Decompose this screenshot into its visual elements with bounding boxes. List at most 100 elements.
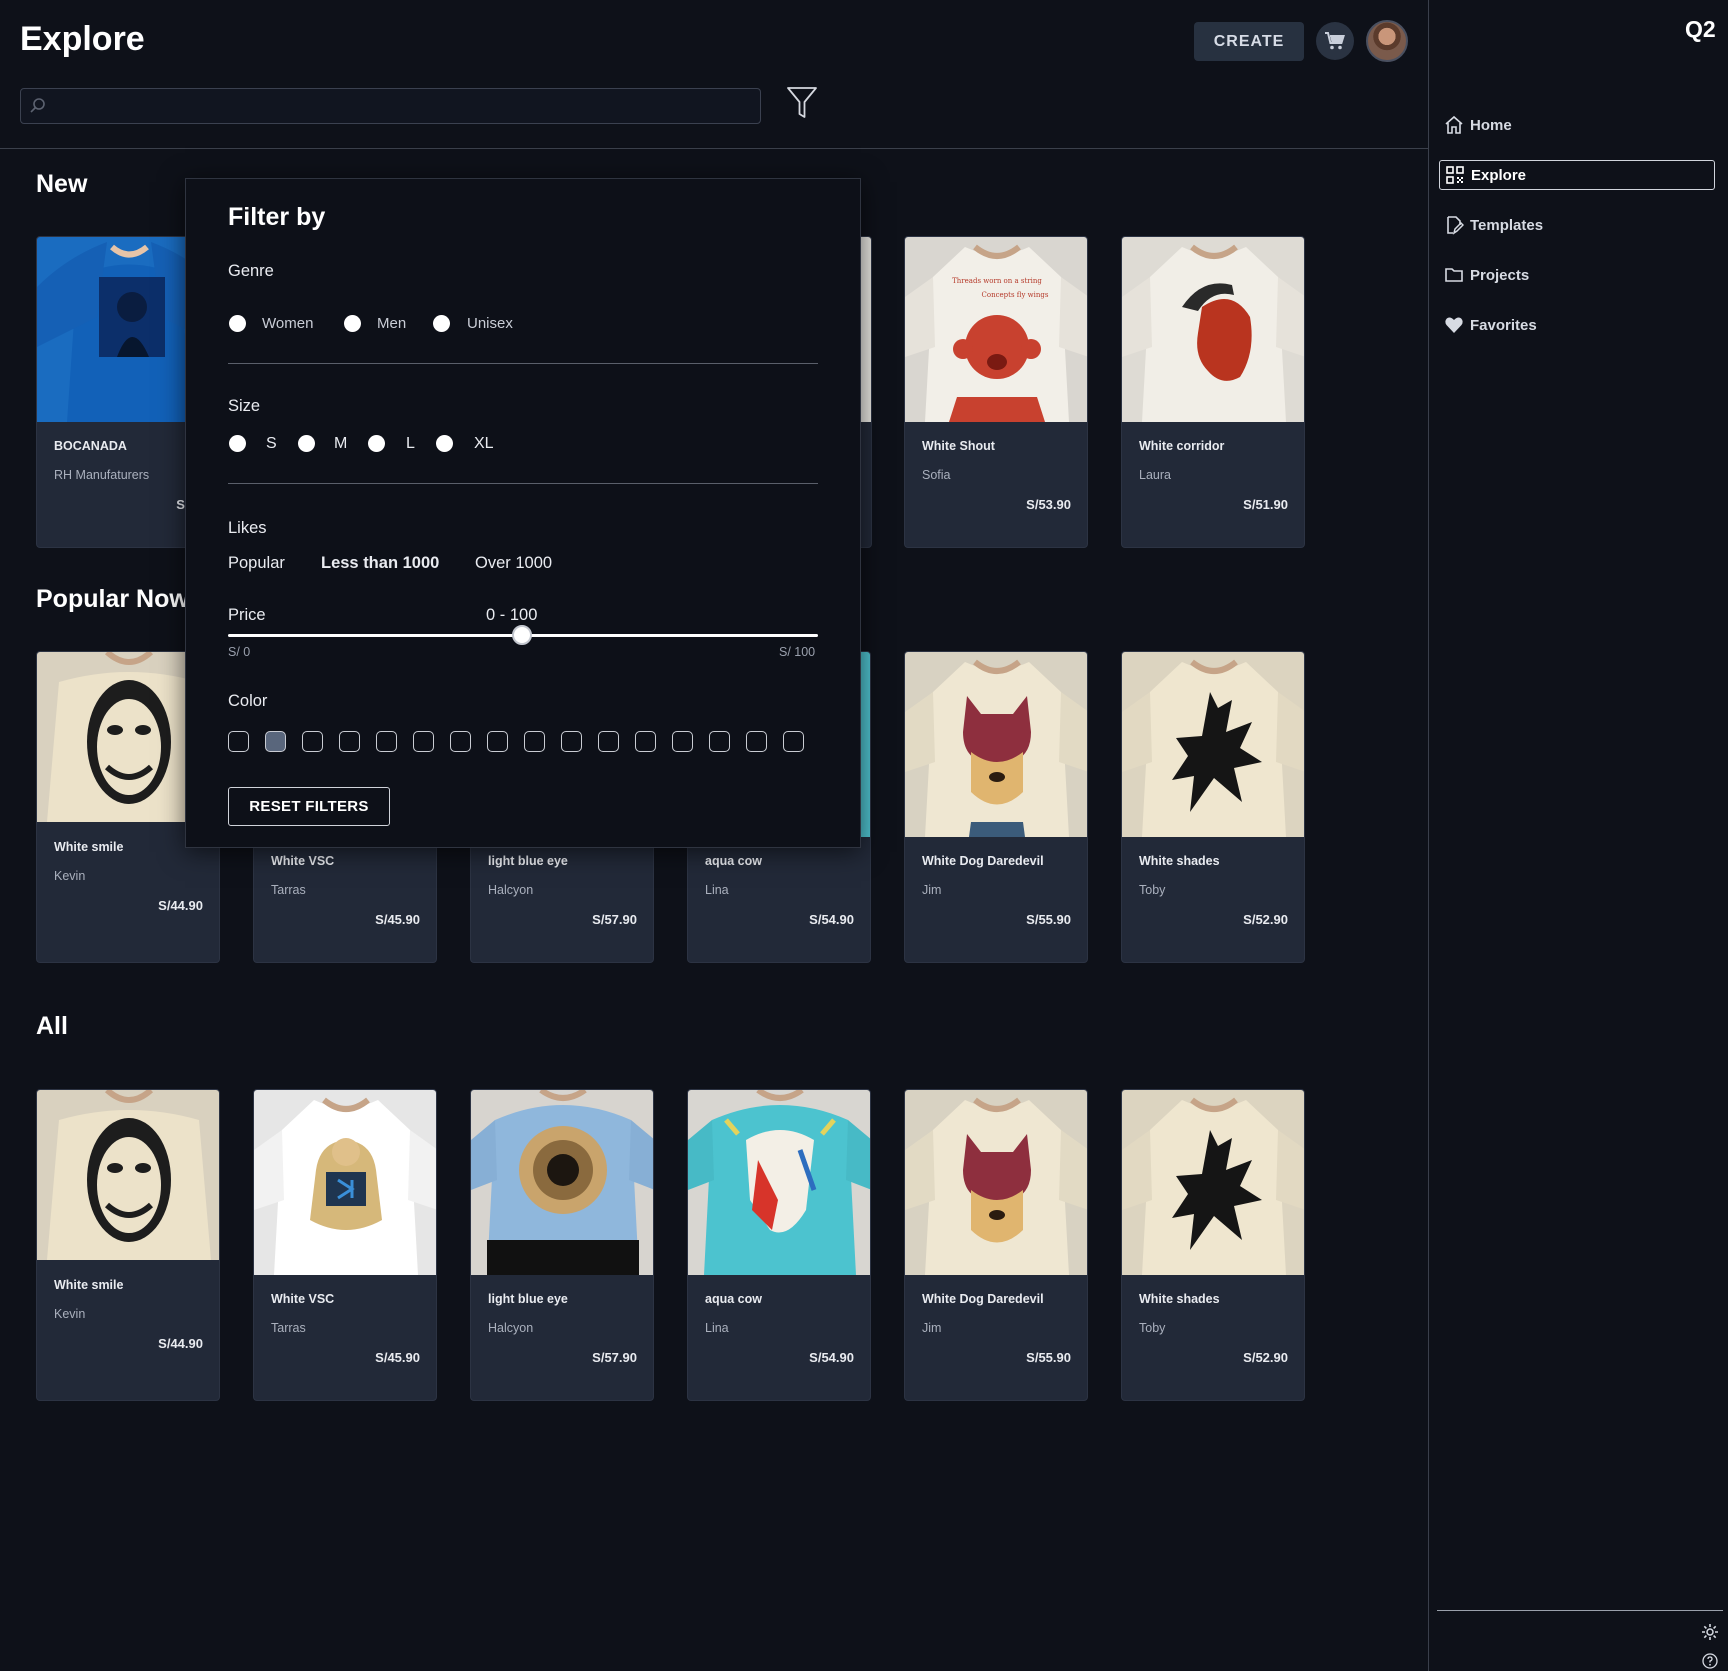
product-maker: Laura (1139, 468, 1171, 482)
search-icon (30, 98, 45, 113)
genre-radio-women[interactable] (229, 315, 246, 332)
product-image (1122, 652, 1304, 837)
cart-icon (1325, 32, 1345, 50)
size-radio-xl[interactable] (436, 435, 453, 452)
product-card[interactable]: light blue eye Halcyon S/57.90 (470, 1089, 654, 1401)
sidebar-item-label: Favorites (1470, 316, 1537, 334)
sidebar-item-projects[interactable]: Projects (1439, 260, 1715, 290)
svg-text:Concepts fly wings: Concepts fly wings (982, 291, 1049, 299)
color-swatch[interactable] (228, 731, 249, 752)
section-title-popular: Popular Now (36, 585, 189, 613)
price-min-label: S/ 0 (228, 645, 251, 659)
color-swatch[interactable] (265, 731, 286, 752)
color-swatch[interactable] (487, 731, 508, 752)
product-name: White smile (54, 1278, 124, 1292)
filter-icon[interactable] (786, 86, 818, 120)
sidebar-item-label: Projects (1470, 266, 1530, 284)
color-swatch[interactable] (709, 731, 730, 752)
filter-title: Filter by (228, 203, 326, 231)
size-label-s: S (266, 435, 277, 452)
product-card[interactable]: White Dog Daredevil Jim S/55.90 (904, 1089, 1088, 1401)
top-bar: Explore CREATE (0, 0, 1428, 149)
likes-option-less-than-1000[interactable]: Less than 1000 (321, 554, 439, 573)
help-icon[interactable] (1702, 1653, 1718, 1669)
product-price: S/44.90 (158, 1336, 203, 1351)
color-swatch[interactable] (302, 731, 323, 752)
genre-radio-unisex[interactable] (433, 315, 450, 332)
product-image (471, 1090, 653, 1275)
svg-text:Threads worn on a string: Threads worn on a string (952, 277, 1042, 285)
sidebar-divider (1437, 1610, 1723, 1611)
product-card[interactable]: White smile Kevin S/44.90 (36, 1089, 220, 1401)
product-image (688, 1090, 870, 1275)
product-name: BOCANADA (54, 439, 127, 453)
gear-icon[interactable] (1701, 1623, 1719, 1641)
size-radio-s[interactable] (229, 435, 246, 452)
color-label: Color (228, 692, 268, 710)
product-name: aqua cow (705, 854, 762, 868)
brand-logo: Q2 (1685, 16, 1716, 42)
likes-option-over-1000[interactable]: Over 1000 (475, 554, 552, 573)
product-card[interactable]: White shades Toby S/52.90 (1121, 651, 1305, 963)
likes-option-popular[interactable]: Popular (228, 554, 285, 573)
size-label-l: L (406, 435, 415, 452)
product-name: White corridor (1139, 439, 1225, 453)
product-price: S/44.90 (158, 898, 203, 913)
genre-label: Genre (228, 262, 274, 280)
product-maker: Halcyon (488, 883, 534, 897)
genre-radio-men[interactable] (344, 315, 361, 332)
search-input[interactable] (20, 88, 761, 124)
size-radio-m[interactable] (298, 435, 315, 452)
sidebar-item-templates[interactable]: Templates (1439, 210, 1715, 240)
product-price: S/55.90 (1026, 912, 1071, 927)
product-name: White Dog Daredevil (922, 854, 1044, 868)
product-maker: Sofia (922, 468, 951, 482)
product-card[interactable]: White VSC Tarras S/45.90 (253, 1089, 437, 1401)
color-swatch[interactable] (450, 731, 471, 752)
sidebar-item-label: Home (1470, 116, 1512, 134)
product-price: S/57.90 (592, 912, 637, 927)
color-swatch[interactable] (672, 731, 693, 752)
color-swatch[interactable] (524, 731, 545, 752)
color-swatch[interactable] (376, 731, 397, 752)
color-swatch[interactable] (746, 731, 767, 752)
product-name: White shades (1139, 1292, 1220, 1306)
sidebar-item-favorites[interactable]: Favorites (1439, 310, 1715, 340)
price-slider-thumb[interactable] (512, 625, 532, 645)
color-swatch[interactable] (598, 731, 619, 752)
product-image (254, 1090, 436, 1275)
avatar[interactable] (1366, 20, 1408, 62)
color-swatch[interactable] (561, 731, 582, 752)
product-card[interactable]: aqua cow Lina S/54.90 (687, 1089, 871, 1401)
sidebar-item-home[interactable]: Home (1439, 110, 1715, 140)
product-maker: Lina (705, 1321, 729, 1335)
product-maker: Kevin (54, 1307, 86, 1321)
product-card[interactable]: White Dog Daredevil Jim S/55.90 (904, 651, 1088, 963)
product-maker: Jim (922, 1321, 942, 1335)
color-swatch[interactable] (339, 731, 360, 752)
product-price: S/45.90 (375, 912, 420, 927)
color-swatch[interactable] (635, 731, 656, 752)
sidebar-item-explore[interactable]: Explore (1439, 160, 1715, 190)
product-price: S/51.90 (1243, 497, 1288, 512)
product-card[interactable]: White shades Toby S/52.90 (1121, 1089, 1305, 1401)
product-image (1122, 1090, 1304, 1275)
reset-filters-button[interactable]: RESET FILTERS (228, 787, 390, 826)
product-card[interactable]: White corridor Laura S/51.90 (1121, 236, 1305, 548)
product-price: S/55.90 (1026, 1350, 1071, 1365)
sidebar-item-label: Explore (1471, 166, 1527, 184)
cart-button[interactable] (1316, 22, 1354, 60)
product-maker: Jim (922, 883, 942, 897)
product-maker: Lina (705, 883, 729, 897)
product-price: S/53.90 (1026, 497, 1071, 512)
color-swatch[interactable] (783, 731, 804, 752)
color-swatch[interactable] (413, 731, 434, 752)
create-button[interactable]: CREATE (1194, 22, 1304, 61)
product-price: S/57.90 (592, 1350, 637, 1365)
size-label: Size (228, 397, 261, 415)
product-name: White VSC (271, 854, 335, 868)
product-card[interactable]: Threads worn on a string Concepts fly win… (904, 236, 1088, 548)
product-name: aqua cow (705, 1292, 762, 1306)
size-radio-l[interactable] (368, 435, 385, 452)
heart-icon (1443, 314, 1465, 336)
